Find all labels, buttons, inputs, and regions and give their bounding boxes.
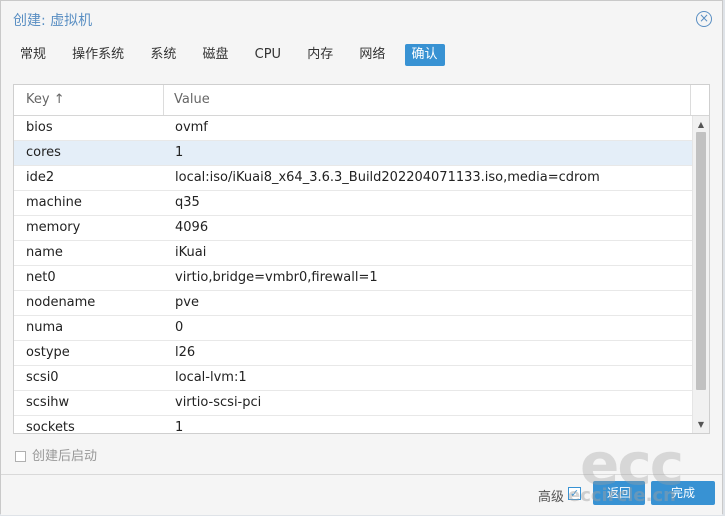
row-key: cores [26,145,61,160]
row-key: sockets [26,420,75,434]
row-key: name [26,245,63,260]
row-value: 1 [175,420,184,434]
tab-system[interactable]: 系统 [143,44,183,66]
tab-general[interactable]: 常规 [13,44,53,66]
table-row[interactable]: cores 1 [14,141,693,166]
dialog-titlebar: 创建: 虚拟机 × [1,1,722,39]
row-value: virtio,bridge=vmbr0,firewall=1 [175,270,378,285]
row-key: ostype [26,345,70,360]
row-value: local-lvm:1 [175,370,247,385]
scroll-down-icon[interactable]: ▼ [693,418,709,432]
table-row[interactable]: name iKuai [14,241,693,266]
close-icon[interactable]: × [696,11,712,27]
row-key: scsihw [26,395,70,410]
row-key: scsi0 [26,370,59,385]
row-key: machine [26,195,82,210]
table-row[interactable]: scsihw virtio-scsi-pci [14,391,693,416]
column-header-key[interactable]: Key ↑ [14,85,164,115]
dialog-title: 创建: 虚拟机 [13,13,93,29]
advanced-label: 高级 [538,490,565,505]
table-row[interactable]: nodename pve [14,291,693,316]
config-summary-grid: Key ↑ Value bios ovmf cores 1 ide2 local:is… [13,84,710,434]
table-row[interactable]: ide2 local:iso/iKuai8_x64_3.6.3_Build2022… [14,166,693,191]
autostart-label: 创建后启动 [32,449,98,464]
table-row[interactable]: numa 0 [14,316,693,341]
row-value: l26 [175,345,196,360]
tab-network[interactable]: 网络 [352,44,392,66]
tab-os[interactable]: 操作系统 [65,44,131,66]
table-row[interactable]: net0 virtio,bridge=vmbr0,firewall=1 [14,266,693,291]
tab-disks[interactable]: 磁盘 [195,44,235,66]
autostart-checkbox[interactable] [15,451,26,462]
row-value: ovmf [175,120,208,135]
row-value: 1 [175,145,184,160]
table-row[interactable]: bios ovmf [14,116,693,141]
scroll-up-icon[interactable]: ▲ [693,118,709,132]
tab-memory[interactable]: 内存 [300,44,340,66]
autostart-option[interactable]: 创建后启动 [15,445,97,464]
scrollbar-thumb[interactable] [696,132,706,390]
row-key: memory [26,220,81,235]
row-key: ide2 [26,170,55,185]
grid-rows: bios ovmf cores 1 ide2 local:iso/iKuai8_x64… [14,116,693,434]
row-value: local:iso/iKuai8_x64_3.6.3_Build20220407… [175,170,600,185]
vertical-scrollbar[interactable]: ▲ ▼ [692,116,709,433]
row-value: q35 [175,195,200,210]
table-row[interactable]: scsi0 local-lvm:1 [14,366,693,391]
row-value: virtio-scsi-pci [175,395,262,410]
row-key: net0 [26,270,56,285]
table-row[interactable]: memory 4096 [14,216,693,241]
table-row[interactable]: machine q35 [14,191,693,216]
watermark-url: eccircle.cn [568,485,676,506]
row-key: bios [26,120,53,135]
grid-header: Key ↑ Value [14,85,709,116]
row-value: iKuai [175,245,207,260]
row-key: nodename [26,295,96,310]
tab-confirm[interactable]: 确认 [404,44,445,66]
column-header-value[interactable]: Value [164,85,691,115]
row-key: numa [26,320,64,335]
tab-cpu[interactable]: CPU [248,44,288,66]
row-value: 4096 [175,220,209,235]
row-value: pve [175,295,199,310]
row-value: 0 [175,320,184,335]
table-row[interactable]: ostype l26 [14,341,693,366]
wizard-tabs: 常规 操作系统 系统 磁盘 CPU 内存 网络 确认 [13,44,453,68]
